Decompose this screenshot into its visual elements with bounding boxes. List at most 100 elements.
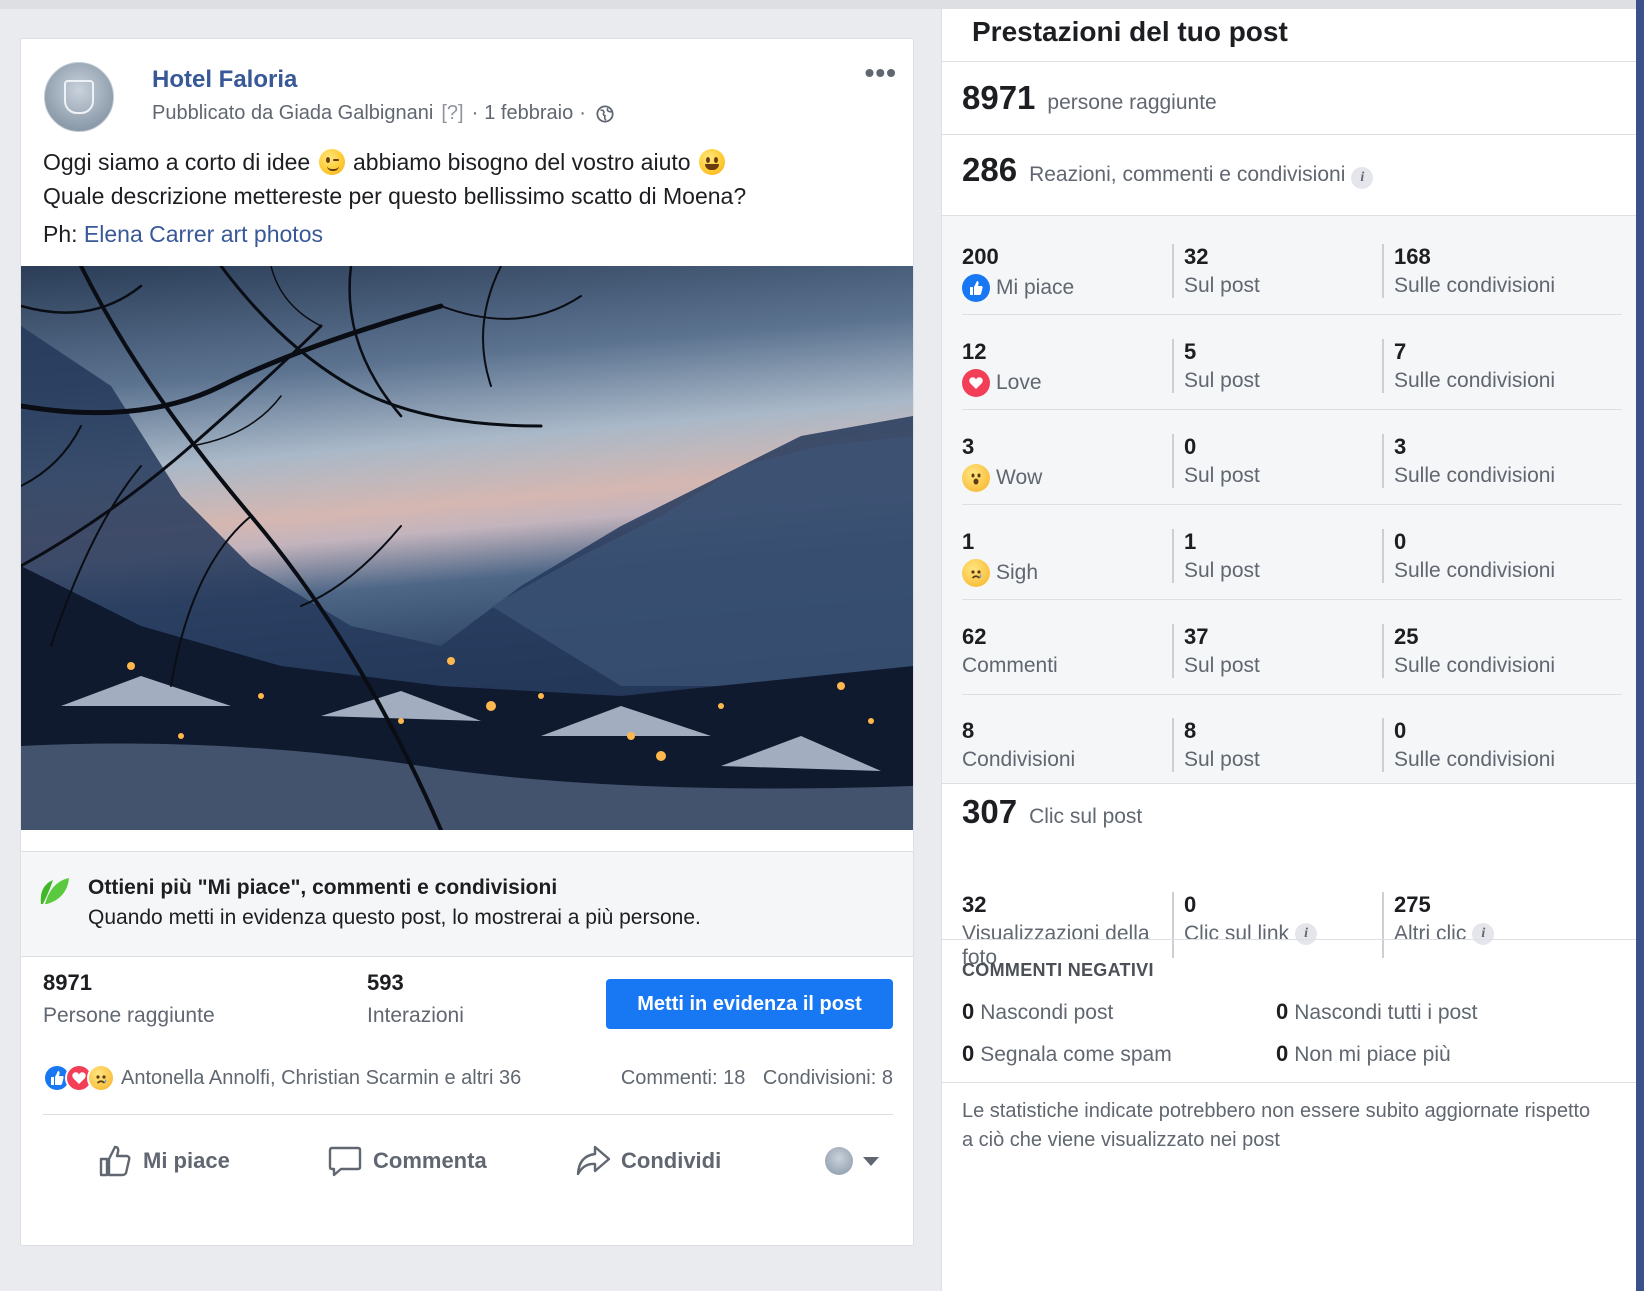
- breakdown-on-shares: 0 Sulle condivisioni: [1382, 529, 1555, 583]
- engagement-metric-value: 286: [962, 151, 1018, 188]
- post-date[interactable]: 1 febbraio: [484, 102, 573, 125]
- shares-count-link[interactable]: Condivisioni: 8: [763, 1067, 893, 1089]
- meta-separator: ·: [579, 102, 586, 124]
- on-shares-value: 7: [1394, 339, 1407, 364]
- info-icon[interactable]: i: [1295, 923, 1318, 945]
- share-arrow-icon: [576, 1145, 611, 1176]
- comment-button[interactable]: Commenta: [327, 1143, 487, 1179]
- meta-separator: ·: [471, 102, 479, 124]
- globe-icon[interactable]: [596, 104, 614, 123]
- breakdown-row-like: 200 Mi piace 32 Sul post 168 Sulle condi…: [962, 216, 1622, 315]
- on-post-label: Sul post: [1184, 654, 1260, 677]
- breakdown-on-post: 8 Sul post: [1172, 718, 1260, 772]
- interactions-label: Interazioni: [367, 1004, 464, 1027]
- page-name-link[interactable]: Hotel Faloria: [152, 66, 297, 94]
- on-post-value: 37: [1184, 624, 1209, 649]
- engagement-counts: Commenti: 18 Condivisioni: 8: [621, 1067, 893, 1090]
- top-bar: [0, 0, 1644, 9]
- page-avatar[interactable]: [44, 62, 114, 132]
- share-button[interactable]: Condividi: [575, 1143, 721, 1179]
- reactors-names[interactable]: Antonella Annolfi, Christian Scarmin e a…: [121, 1067, 521, 1090]
- divider: [43, 1114, 893, 1115]
- photo-views-label: Visualizzazioni della: [962, 922, 1150, 945]
- on-shares-value: 168: [1394, 244, 1431, 269]
- breakdown-label-text: Commenti: [962, 654, 1058, 677]
- breakdown-total-label: Mi piace: [962, 274, 1074, 302]
- negative-label: Nascondi post: [980, 1001, 1114, 1024]
- credit-link[interactable]: Elena Carrer art photos: [84, 221, 323, 247]
- negative-item: 0 Nascondi tutti i post: [1276, 999, 1478, 1025]
- reactions-summary[interactable]: Antonella Annolfi, Christian Scarmin e a…: [43, 1058, 893, 1098]
- breakdown-total-value: 3: [962, 434, 975, 459]
- breakdown-total: 200 Mi piace: [962, 244, 1074, 302]
- more-options-icon[interactable]: •••: [865, 59, 897, 87]
- post-text-line: Quale descrizione mettereste per questo …: [43, 183, 747, 209]
- photo-views: 32 Visualizzazioni della foto: [962, 892, 1150, 970]
- breakdown-on-post: 1 Sul post: [1172, 529, 1260, 583]
- link-clicks: 0 Clic sul link i: [1172, 892, 1318, 958]
- breakdown-total: 3 Wow: [962, 434, 1042, 492]
- other-clicks: 275 Altri clic i: [1382, 892, 1495, 958]
- negative-label: Segnala come spam: [980, 1043, 1172, 1066]
- window-edge: [1636, 0, 1644, 1291]
- breakdown-total-value: 1: [962, 529, 975, 554]
- help-marker[interactable]: [?]: [441, 102, 463, 125]
- breakdown-row-love: 12 Love 5 Sul post 7 Sulle condivisioni: [962, 311, 1622, 410]
- post-photo[interactable]: [21, 266, 913, 830]
- interactions-stat: 593 Interazioni: [367, 970, 464, 1028]
- reach-metric-value: 8971: [962, 79, 1036, 116]
- clicks-metric-label: Clic sul post: [1029, 805, 1143, 828]
- breakdown-row-comments: 62 Commenti 37 Sul post 25 Sulle condivi…: [962, 596, 1622, 695]
- breakdown-total: 12 Love: [962, 339, 1042, 397]
- credit-prefix: Ph:: [43, 221, 78, 247]
- engagement-breakdown: 200 Mi piace 32 Sul post 168 Sulle condi…: [942, 215, 1642, 784]
- boost-title: Ottieni più "Mi piace", commenti e condi…: [88, 876, 558, 899]
- info-icon[interactable]: i: [1472, 923, 1495, 945]
- clicks-metric: 307 Clic sul post: [962, 793, 1142, 831]
- breakdown-on-shares: 168 Sulle condivisioni: [1382, 244, 1555, 298]
- breakdown-total-value: 200: [962, 244, 999, 269]
- leaf-icon: [40, 878, 69, 904]
- like-button[interactable]: Mi piace: [97, 1143, 230, 1179]
- divider: [942, 134, 1642, 135]
- post-text-part: Oggi siamo a corto di idee: [43, 149, 311, 175]
- reaction-icons: [43, 1064, 115, 1092]
- on-post-label: Sul post: [1184, 274, 1260, 297]
- share-button-label: Condividi: [621, 1148, 722, 1173]
- other-clicks-value: 275: [1394, 892, 1431, 917]
- comments-count-link[interactable]: Commenti: 18: [621, 1067, 746, 1089]
- negative-value: 0: [1276, 999, 1289, 1024]
- published-by[interactable]: Pubblicato da Giada Galbignani: [152, 102, 433, 125]
- chevron-down-icon: [863, 1156, 879, 1166]
- grin-emoji-icon: [698, 149, 725, 175]
- breakdown-total-value: 12: [962, 339, 987, 364]
- negative-label: Non mi piace più: [1294, 1043, 1451, 1066]
- negative-item: 0 Non mi piace più: [1276, 1041, 1451, 1067]
- on-post-label: Sul post: [1184, 464, 1260, 487]
- breakdown-total-label: Love: [962, 369, 1042, 397]
- breakdown-on-post: 37 Sul post: [1172, 624, 1260, 678]
- post-text: Oggi siamo a corto di idee abbiamo bisog…: [43, 145, 893, 213]
- boost-post-button[interactable]: Metti in evidenza il post: [606, 979, 893, 1029]
- breakdown-row-sigh: 1 Sigh 1 Sul post 0 Sulle condivisioni: [962, 501, 1622, 600]
- clicks-metric-value: 307: [962, 793, 1018, 830]
- info-icon[interactable]: i: [1351, 167, 1374, 189]
- like-button-label: Mi piace: [143, 1148, 230, 1173]
- on-shares-label: Sulle condivisioni: [1394, 748, 1556, 771]
- sad-reaction-icon: [962, 559, 990, 587]
- on-post-value: 5: [1184, 339, 1197, 364]
- breakdown-total-label: Sigh: [962, 559, 1038, 587]
- post-meta: Pubblicato da Giada Galbignani [?] · 1 f…: [152, 102, 614, 125]
- wink-emoji-icon: [318, 149, 345, 175]
- negative-value: 0: [962, 1041, 975, 1066]
- on-shares-label: Sulle condivisioni: [1394, 369, 1556, 392]
- boost-description: Quando metti in evidenza questo post, lo…: [88, 906, 701, 929]
- reach-metric: 8971 persone raggiunte: [962, 79, 1217, 117]
- link-clicks-value: 0: [1184, 892, 1197, 917]
- wow-reaction-icon: [962, 464, 990, 492]
- post-as-selector[interactable]: [825, 1147, 879, 1175]
- action-bar: Mi piace Commenta Condividi: [43, 1121, 893, 1201]
- on-shares-value: 0: [1394, 529, 1407, 554]
- breakdown-label-text: Mi piace: [996, 276, 1075, 299]
- post-text-part: abbiamo bisogno del vostro aiuto: [352, 149, 691, 175]
